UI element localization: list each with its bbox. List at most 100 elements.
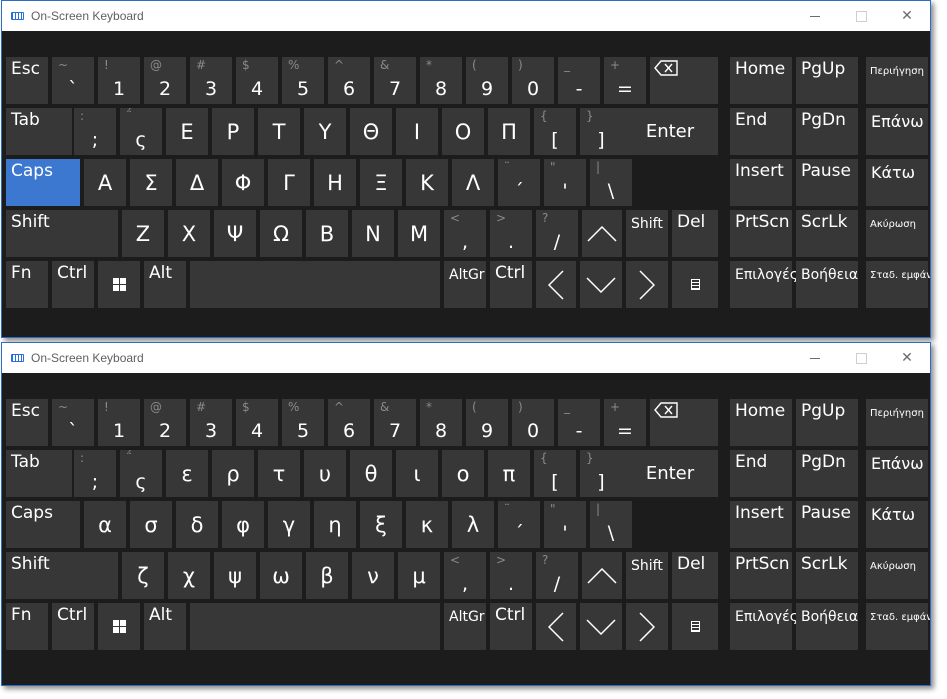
key-σταδ-εμφάνιση[interactable]: Σταδ. εμφάνιση — [866, 261, 930, 308]
key-letter[interactable]: Θ — [350, 108, 392, 155]
right-arrow-key[interactable] — [626, 261, 668, 308]
key-letter[interactable]: Κ — [406, 159, 448, 206]
key-insert[interactable]: Insert — [730, 501, 792, 548]
key-letter[interactable]: ζ — [122, 552, 164, 599]
key-letter[interactable]: Χ — [168, 210, 210, 257]
key-σταδ-εμφάνιση[interactable]: Σταδ. εμφάνιση — [866, 603, 930, 650]
key-pgdn[interactable]: PgDn — [796, 108, 858, 155]
key-letter[interactable]: ν — [352, 552, 394, 599]
key-end[interactable]: End — [730, 450, 792, 497]
key-symbol[interactable]: @2 — [144, 57, 186, 104]
key-symbol[interactable]: ) 0 — [512, 399, 554, 446]
key-ακύρωση[interactable]: Ακύρωση — [866, 210, 928, 257]
key-symbol[interactable]: ~ ` — [52, 399, 94, 446]
key-pause[interactable]: Pause — [796, 159, 858, 206]
down-arrow-key[interactable] — [580, 261, 622, 308]
close-button[interactable]: ✕ — [884, 343, 930, 373]
key-tab[interactable]: Tab — [6, 450, 72, 497]
down-arrow-key[interactable] — [580, 603, 622, 650]
key-letter[interactable]: ι — [396, 450, 438, 497]
key-symbol[interactable]: #3 — [190, 57, 232, 104]
spacebar-key[interactable] — [190, 603, 440, 650]
menu-key-key[interactable] — [672, 261, 718, 308]
key-letter[interactable]: υ — [304, 450, 346, 497]
left-arrow-key[interactable] — [536, 261, 576, 308]
backspace-key[interactable] — [650, 399, 718, 446]
key-scrlk[interactable]: ScrLk — [796, 210, 858, 257]
key-caps[interactable]: Caps — [6, 159, 80, 206]
key-symbol[interactable]: * 8 — [420, 399, 462, 446]
key-letter[interactable]: ρ — [212, 450, 254, 497]
key-letter[interactable]: Α — [84, 159, 126, 206]
key-symbol[interactable]: % 5 — [282, 57, 324, 104]
key-letter[interactable]: λ — [452, 501, 494, 548]
key-letter[interactable]: τ — [258, 450, 300, 497]
key-letter[interactable]: β — [306, 552, 348, 599]
key-βοήθεια[interactable]: Βοήθεια — [796, 261, 858, 308]
menu-key-key[interactable] — [672, 603, 718, 650]
key-fn[interactable]: Fn — [6, 603, 48, 650]
key-letter[interactable]: Η — [314, 159, 356, 206]
key-prtscn[interactable]: PrtScn — [730, 552, 792, 599]
key-letter[interactable]: Ω — [260, 210, 302, 257]
key-enter[interactable]: Enter — [622, 108, 718, 155]
key-symbol[interactable]: ¨ ΄ — [498, 159, 540, 206]
key-letter[interactable]: ο — [442, 450, 484, 497]
key-symbol[interactable]: _ - — [558, 399, 600, 446]
key-letter[interactable]: Γ — [268, 159, 310, 206]
up-arrow-key[interactable] — [582, 552, 622, 599]
key-symbol[interactable]: | \ — [590, 159, 632, 206]
key-επιλογές[interactable]: Επιλογές — [730, 261, 798, 308]
key-altgr[interactable]: AltGr — [444, 261, 486, 308]
key-symbol[interactable]: ^ 6 — [328, 57, 370, 104]
key-επάνω[interactable]: Επάνω — [866, 108, 928, 155]
key-symbol[interactable]: & 7 — [374, 57, 416, 104]
key-letter[interactable]: ξ — [360, 501, 402, 548]
key-letter[interactable]: Ρ — [212, 108, 254, 155]
key-letter[interactable]: Ν — [352, 210, 394, 257]
key-letter[interactable]: φ — [222, 501, 264, 548]
key-letter[interactable]: Π — [488, 108, 530, 155]
key-ctrl[interactable]: Ctrl — [490, 261, 532, 308]
key-home[interactable]: Home — [730, 57, 792, 104]
key-symbol[interactable]: _ - — [558, 57, 600, 104]
key-letter[interactable]: Ο — [442, 108, 484, 155]
windows-logo-key[interactable] — [98, 261, 140, 308]
key-esc[interactable]: Esc — [6, 399, 48, 446]
key-symbol[interactable]: (9 — [466, 399, 508, 446]
key-symbol[interactable]: :; — [74, 108, 116, 155]
key-letter[interactable]: κ — [406, 501, 448, 548]
key-symbol[interactable]: :; — [74, 450, 116, 497]
key-insert[interactable]: Insert — [730, 159, 792, 206]
key-letter[interactable]: Β — [306, 210, 348, 257]
minimize-button[interactable] — [792, 1, 838, 31]
key-επιλογές[interactable]: Επιλογές — [730, 603, 798, 650]
key-shift[interactable]: Shift — [6, 552, 118, 599]
key-scrlk[interactable]: ScrLk — [796, 552, 858, 599]
key-end[interactable]: End — [730, 108, 792, 155]
key-κάτω[interactable]: Κάτω — [866, 501, 928, 548]
key-letter[interactable]: Λ — [452, 159, 494, 206]
key-pgdn[interactable]: PgDn — [796, 450, 858, 497]
key-enter[interactable]: Enter — [622, 450, 718, 497]
key-symbol[interactable]: $4 — [236, 57, 278, 104]
key-symbol[interactable]: <, — [444, 210, 486, 257]
right-arrow-key[interactable] — [626, 603, 668, 650]
key-symbol[interactable]: ) 0 — [512, 57, 554, 104]
key-symbol[interactable]: | \ — [590, 501, 632, 548]
key-letter[interactable]: ω — [260, 552, 302, 599]
key-symbol[interactable]: $4 — [236, 399, 278, 446]
key-symbol[interactable]: ! 1 — [98, 57, 140, 104]
key-letter[interactable]: δ — [176, 501, 218, 548]
key-letter[interactable]: ψ — [214, 552, 256, 599]
key-symbol[interactable]: >. — [490, 552, 532, 599]
key-symbol[interactable]: & 7 — [374, 399, 416, 446]
key-symbol[interactable]: {[ — [534, 108, 576, 155]
key-κάτω[interactable]: Κάτω — [866, 159, 928, 206]
key-letter[interactable]: Φ — [222, 159, 264, 206]
key-letter[interactable]: χ — [168, 552, 210, 599]
key-alt[interactable]: Alt — [144, 603, 186, 650]
key-symbol[interactable]: ¨ ΄ — [498, 501, 540, 548]
key-symbol[interactable]: * 8 — [420, 57, 462, 104]
key-letter[interactable]: η — [314, 501, 356, 548]
